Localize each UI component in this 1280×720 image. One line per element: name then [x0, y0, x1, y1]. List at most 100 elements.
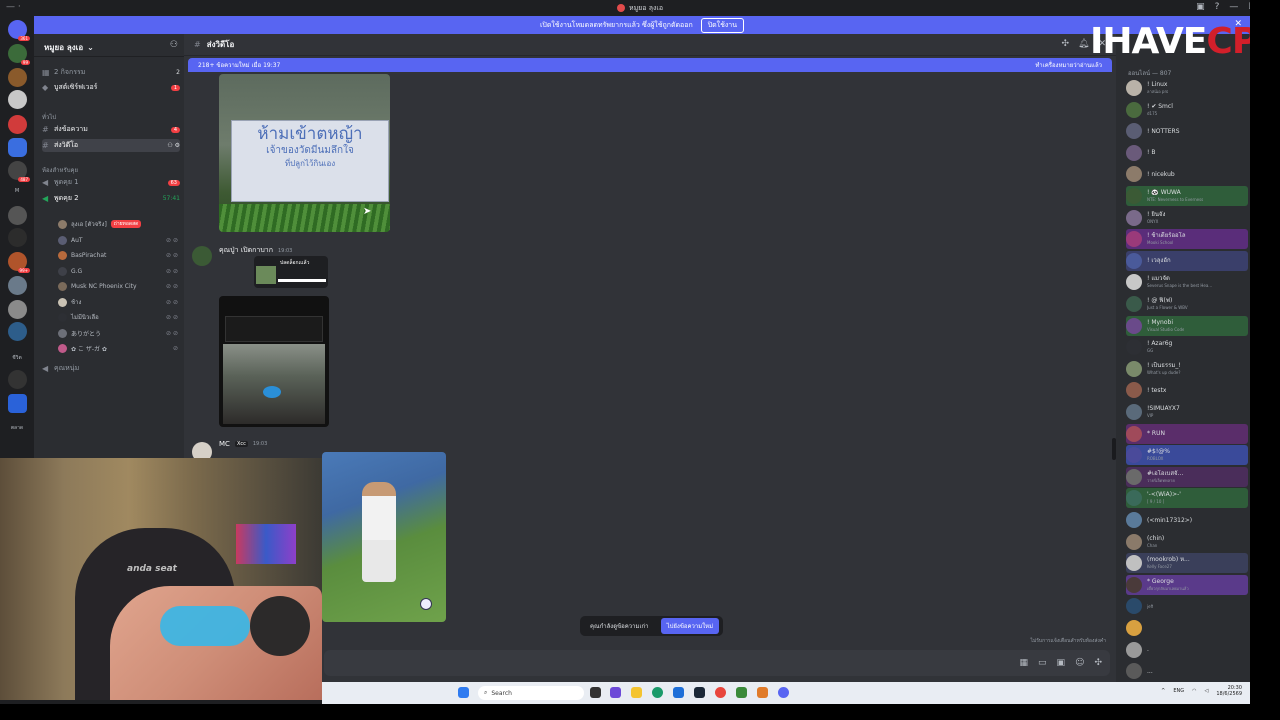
- server-icon[interactable]: [8, 300, 27, 319]
- server-icon[interactable]: 99: [8, 44, 30, 65]
- member-item[interactable]: (mookrob) ห... Kelly Face27: [1126, 553, 1248, 574]
- steam-icon[interactable]: [694, 687, 705, 698]
- voice-user[interactable]: ช้าง ⊘ ⊘: [58, 296, 178, 308]
- apps-icon[interactable]: ✣: [1094, 658, 1102, 668]
- sticker-icon[interactable]: ▣: [1057, 658, 1066, 668]
- chrome-icon[interactable]: [715, 687, 726, 698]
- attachment-image[interactable]: ห้ามเข้าตหญ้า เจ้าของวัดมีนมลึกใจ ที่ปลู…: [219, 74, 390, 232]
- channel-send-message[interactable]: # ส่งข้อความ 4: [42, 123, 180, 136]
- member-item[interactable]: ! ช้าเดียร์ออโล Mooki School: [1126, 229, 1248, 250]
- member-item[interactable]: (chin) Chan: [1126, 532, 1248, 552]
- member-item[interactable]: jeff: [1126, 596, 1248, 616]
- bell-icon[interactable]: 🔔︎: [1078, 39, 1089, 49]
- member-item[interactable]: ! ยินจัง ONYX: [1126, 208, 1248, 228]
- chevron-up-icon[interactable]: ^: [1161, 688, 1165, 694]
- member-item[interactable]: !SIMUAYX7 VIP: [1126, 402, 1248, 422]
- gif-icon[interactable]: ▭: [1038, 658, 1047, 668]
- settings-icon[interactable]: ⚇ ⚙: [167, 142, 180, 149]
- server-icon[interactable]: 487: [8, 161, 30, 182]
- category-label[interactable]: ห้องสำหรับคุย: [42, 165, 78, 175]
- server-icon[interactable]: [8, 370, 27, 389]
- member-item[interactable]: ! แมวจัด Severus Snape is the best Hea...: [1126, 272, 1248, 292]
- server-icon[interactable]: [8, 276, 27, 295]
- sidebar-item-events[interactable]: ▦ 2 กิจกรรม 2: [42, 66, 180, 79]
- discord-icon[interactable]: [778, 687, 789, 698]
- member-item[interactable]: ! 🐼 WUWA NTE: Neverness to Everness: [1126, 186, 1248, 206]
- store-icon[interactable]: [673, 687, 684, 698]
- member-item[interactable]: ! Mynobi Visual Studio Code: [1126, 315, 1248, 336]
- voice-user[interactable]: G.G ⊘ ⊘: [58, 265, 178, 277]
- member-item[interactable]: ...: [1126, 661, 1248, 681]
- member-item[interactable]: ! เวลุงอัก: [1126, 250, 1248, 271]
- member-item[interactable]: #เอโอเบสจั... วายร์เล็ดทหลาย: [1126, 466, 1248, 487]
- member-item[interactable]: ! testx: [1126, 380, 1248, 400]
- voice-user[interactable]: BasPirachat ⊘ ⊘: [58, 249, 178, 261]
- widgets-icon[interactable]: [610, 687, 621, 698]
- member-item[interactable]: ! NOTTERS: [1126, 121, 1248, 141]
- member-item[interactable]: ! เป็นธรรม_! What's up dude?: [1126, 359, 1248, 379]
- member-item[interactable]: ! B: [1126, 143, 1248, 163]
- voice-user[interactable]: AuT ⊘ ⊘: [58, 234, 178, 246]
- server-icon[interactable]: 99+: [8, 252, 30, 273]
- app-icon[interactable]: [757, 687, 768, 698]
- server-icon[interactable]: [8, 322, 27, 341]
- notice-disable-button[interactable]: ปิดใช้งาน: [700, 17, 744, 33]
- message-input[interactable]: ▦ ▭ ▣ ☺ ✣: [324, 650, 1110, 676]
- server-icon[interactable]: [8, 90, 27, 109]
- gift-icon[interactable]: ▦: [1020, 658, 1029, 668]
- member-item[interactable]: ! nicekub: [1126, 164, 1248, 184]
- volume-icon[interactable]: ◁: [1205, 688, 1209, 694]
- emoji-icon[interactable]: ☺: [1075, 658, 1084, 668]
- voice-user[interactable]: Musk NC Phoenix City ⊘ ⊘: [58, 280, 178, 292]
- member-item[interactable]: #$!@% ROBLOX: [1126, 445, 1248, 466]
- voice-user[interactable]: ありがとう ⊘ ⊘: [58, 327, 178, 339]
- member-item[interactable]: ! Linux ลาสน์เอ pro: [1126, 78, 1248, 98]
- spoiler-embed[interactable]: ปลดล็อกเแล้ว: [254, 256, 328, 288]
- help-icon[interactable]: ?: [1215, 2, 1220, 12]
- home-icon[interactable]: 361: [8, 20, 30, 41]
- threads-icon[interactable]: ✣: [1061, 39, 1069, 49]
- member-item[interactable]: * George เดี๋ยวกุกลับมาเลยมาแล้ว: [1126, 574, 1248, 595]
- server-icon[interactable]: [8, 68, 27, 87]
- member-item[interactable]: .: [1126, 640, 1248, 660]
- attachment-video[interactable]: [322, 452, 446, 622]
- app-icon[interactable]: [736, 687, 747, 698]
- inbox-icon[interactable]: ▣: [1196, 2, 1205, 12]
- add-user-icon[interactable]: ⚇: [170, 40, 178, 50]
- member-item[interactable]: * RUN: [1126, 423, 1248, 444]
- file-explorer-icon[interactable]: [631, 687, 642, 698]
- attachment-image[interactable]: [219, 296, 329, 427]
- author-name[interactable]: คุณปู่า เปิดกาบาก: [219, 245, 273, 256]
- author-name[interactable]: MC: [219, 440, 230, 448]
- category-label[interactable]: ทั่วไป: [42, 112, 56, 122]
- server-header[interactable]: หมูยอ ลุงเอ ⌄: [44, 41, 94, 54]
- member-item[interactable]: '-<(WiA)>-'[ 9 / 10 ]: [1126, 488, 1248, 509]
- sidebar-item-boosts[interactable]: ◆ บูสต์เซิร์ฟเวอร์ 1: [42, 81, 180, 94]
- channel-send-video[interactable]: # ส่งวิดีโอ ⚇ ⚙: [42, 139, 180, 152]
- minimize-button[interactable]: —: [1229, 2, 1238, 12]
- member-item[interactable]: ! Azar6g GG: [1126, 337, 1248, 357]
- server-icon[interactable]: [8, 115, 27, 134]
- avatar[interactable]: [192, 246, 212, 266]
- server-icon[interactable]: [8, 138, 27, 157]
- member-item[interactable]: ! ✔ Smcl d175: [1126, 100, 1248, 120]
- wifi-icon[interactable]: ◠: [1192, 688, 1196, 694]
- start-icon[interactable]: [458, 687, 469, 698]
- edge-icon[interactable]: [652, 687, 663, 698]
- voice-channel-1[interactable]: ◀ พูดคุย 1 63: [42, 176, 180, 189]
- new-messages-bar[interactable]: 218+ ข้อความใหม่ เมื่อ 19:37 ทำเครื่องหม…: [188, 58, 1112, 72]
- task-view-icon[interactable]: [590, 687, 601, 698]
- voice-user[interactable]: ✿ こ ザ-ガ ✿ ⊘: [58, 342, 178, 354]
- member-item[interactable]: (<min17312>): [1126, 510, 1248, 530]
- member-item[interactable]: ! @ ฟิ(ฟ) Just a Flower & WBV: [1126, 294, 1248, 314]
- jump-to-present-button[interactable]: ไปยังข้อความใหม่: [660, 618, 720, 634]
- server-icon[interactable]: [8, 394, 27, 413]
- voice-channel-2[interactable]: ◀ พูดคุย 2 57:41: [42, 192, 180, 205]
- taskbar-search[interactable]: ⌕ Search: [478, 686, 584, 700]
- server-icon[interactable]: [8, 206, 27, 225]
- voice-user[interactable]: ลุงเอ [ตัวจริง] ถ่ายทอดสด: [58, 218, 178, 230]
- member-item[interactable]: [1126, 618, 1248, 638]
- clock[interactable]: 20:30 18/6/2569: [1216, 685, 1242, 697]
- language-indicator[interactable]: ENG: [1173, 688, 1184, 694]
- server-icon[interactable]: [8, 228, 27, 247]
